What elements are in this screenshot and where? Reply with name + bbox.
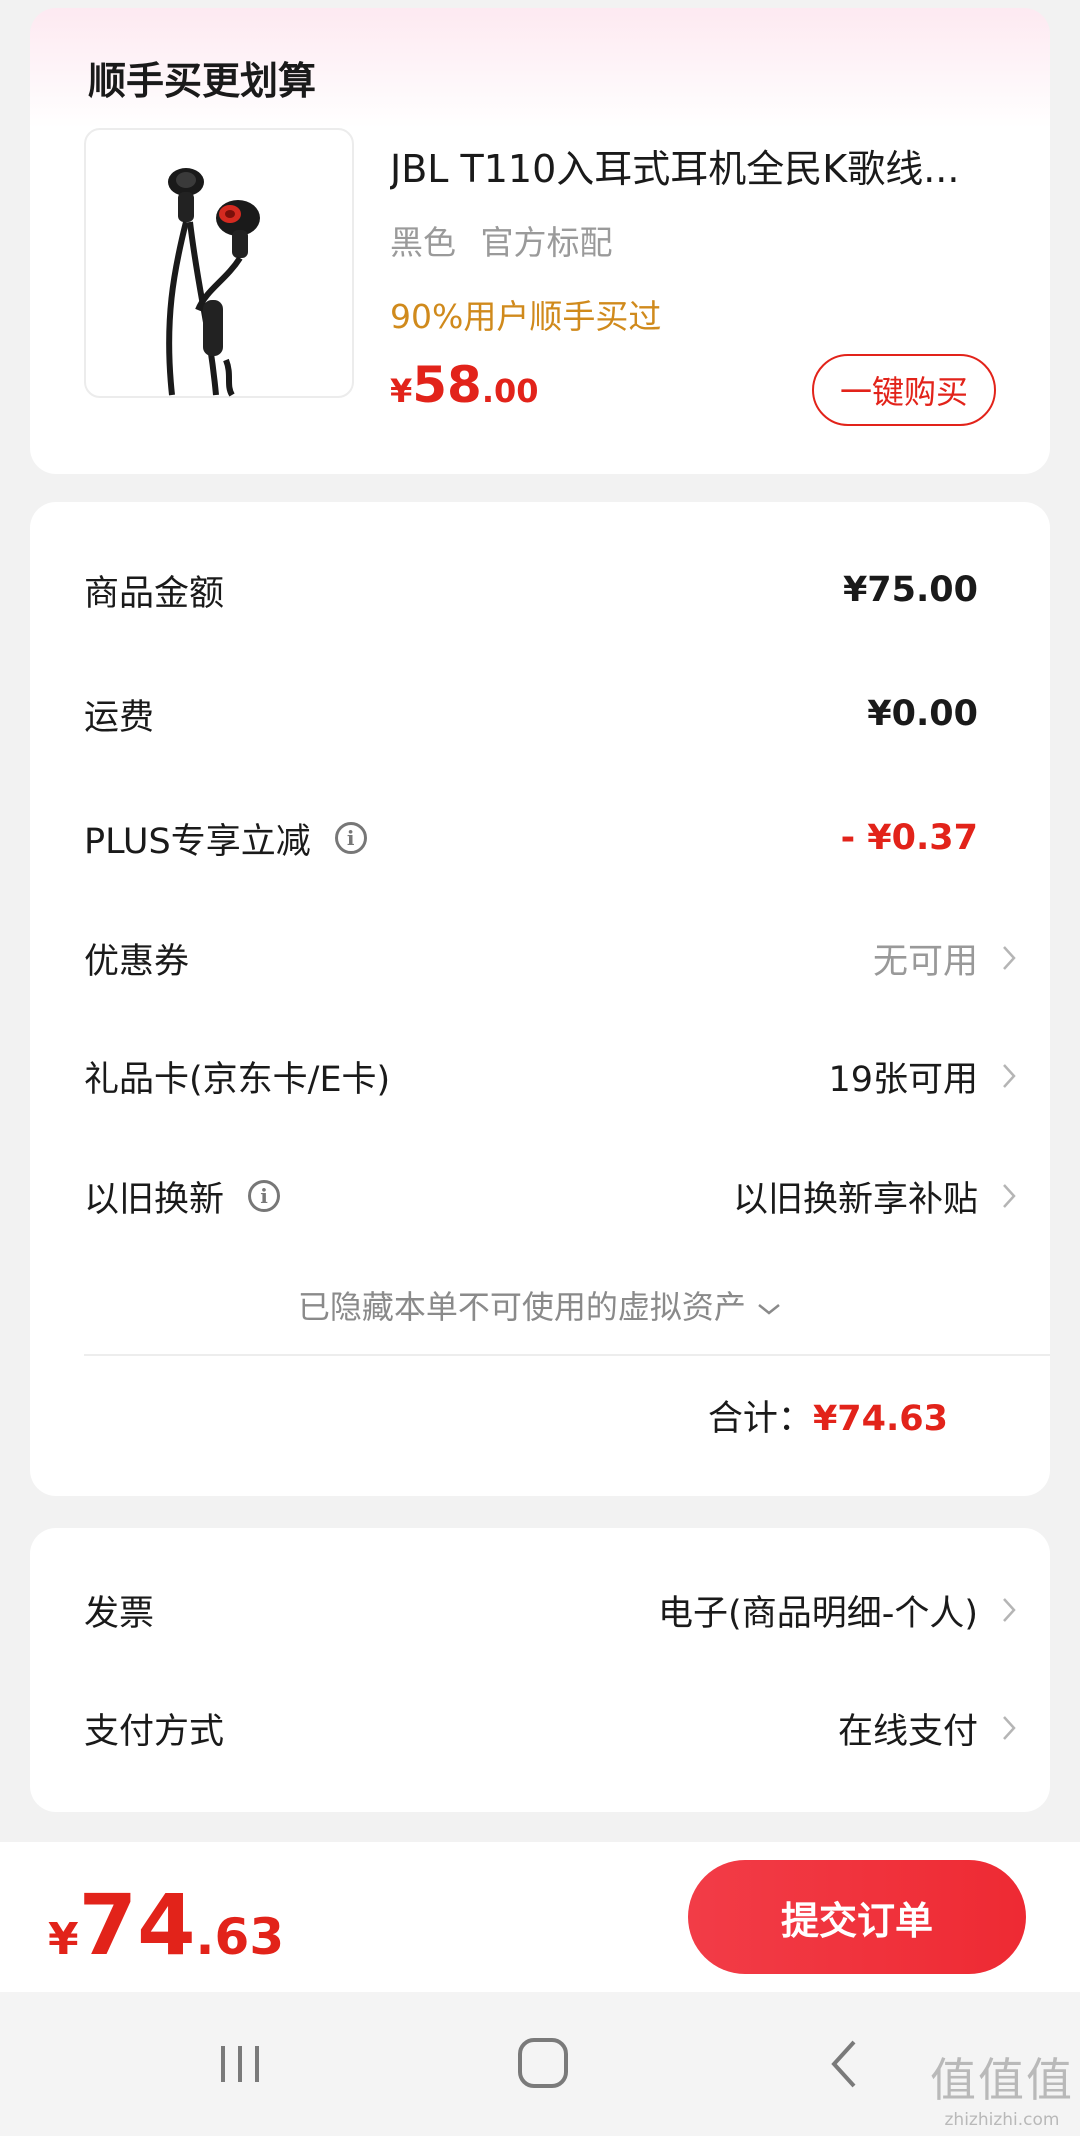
social-proof-text: 90%用户顺手买过 [390, 297, 662, 336]
payment-value: 在线支付 [837, 1711, 978, 1752]
info-icon[interactable]: i [248, 1180, 281, 1212]
tradein-row[interactable]: 以旧换新 i 以旧换新享补贴 [84, 1166, 1018, 1226]
order-summary-card: 商品金额 ¥75.00 运费 ¥0.00 PLUS专享立减 i - ¥0.37 … [30, 502, 1050, 1496]
system-nav-bar: 值值值 zhizhizhi.com [0, 1992, 1080, 2136]
chevron-right-icon [1003, 1184, 1016, 1208]
plus-discount-label: PLUS专享立减 [84, 821, 311, 862]
total-value: ¥74.63 [812, 1399, 948, 1439]
grand-total-integer: 74 [78, 1876, 196, 1974]
chevron-right-icon [1003, 1064, 1016, 1088]
back-icon[interactable] [810, 2032, 880, 2096]
product-image[interactable] [84, 128, 354, 398]
submit-order-button[interactable]: 提交订单 [688, 1860, 1026, 1974]
shipping-value: ¥0.00 [867, 694, 978, 734]
order-total: 合计：¥74.63 [708, 1390, 948, 1441]
chevron-right-icon [1003, 1598, 1016, 1622]
price-integer: 58 [412, 356, 482, 414]
invoice-label: 发票 [84, 1593, 155, 1634]
product-price: ¥58.00 [390, 356, 539, 414]
giftcard-label: 礼品卡(京东卡/E卡) [84, 1059, 391, 1100]
giftcard-row[interactable]: 礼品卡(京东卡/E卡) 19张可用 [84, 1046, 1018, 1106]
price-currency: ¥ [390, 372, 413, 410]
hidden-assets-text: 已隐藏本单不可使用的虚拟资产 [297, 1288, 746, 1326]
coupon-row[interactable]: 优惠券 无可用 [84, 928, 1018, 988]
recent-apps-icon[interactable] [205, 2032, 275, 2096]
grand-total: ¥74.63 [48, 1876, 284, 1974]
divider [84, 1354, 1050, 1356]
total-label: 合计： [707, 1399, 813, 1439]
site-watermark: 值值值 zhizhizhi.com [930, 2044, 1074, 2130]
tradein-value: 以旧换新享补贴 [732, 1179, 978, 1220]
grand-total-currency: ¥ [48, 1914, 79, 1965]
goods-amount-row: 商品金额 ¥75.00 [84, 560, 1018, 620]
info-icon[interactable]: i [334, 822, 367, 854]
giftcard-value: 19张可用 [828, 1059, 978, 1100]
chevron-down-icon [758, 1304, 780, 1315]
hidden-assets-toggle[interactable]: 已隐藏本单不可使用的虚拟资产 [30, 1282, 1050, 1328]
home-icon[interactable] [508, 2032, 578, 2096]
upsell-title: 顺手买更划算 [88, 59, 317, 103]
coupon-label: 优惠券 [84, 941, 190, 982]
coupon-value: 无可用 [872, 941, 978, 982]
goods-amount-value: ¥75.00 [842, 570, 978, 610]
price-decimal: .00 [481, 372, 539, 410]
plus-discount-value: - ¥0.37 [840, 818, 978, 858]
checkout-bar: ¥74.63 提交订单 [0, 1842, 1080, 1992]
one-click-buy-button[interactable]: 一键购买 [812, 354, 996, 426]
payment-method-row[interactable]: 支付方式 在线支付 [84, 1698, 1018, 1758]
grand-total-decimal: .63 [195, 1908, 285, 1966]
product-spec: 黑色 官方标配 [390, 223, 613, 262]
invoice-payment-card: 发票 电子(商品明细-个人) 支付方式 在线支付 [30, 1528, 1050, 1812]
shipping-label: 运费 [84, 697, 155, 738]
invoice-row[interactable]: 发票 电子(商品明细-个人) [84, 1580, 1018, 1640]
invoice-value: 电子(商品明细-个人) [658, 1593, 978, 1634]
watermark-logo: 值值值 [930, 2053, 1074, 2107]
tradein-label: 以旧换新 [84, 1179, 225, 1220]
goods-amount-label: 商品金额 [84, 573, 225, 614]
upsell-card: 顺手买更划算 JBL T110入耳式耳机全民K歌线... 黑色 官方标配 90%… [30, 8, 1050, 474]
plus-discount-row: PLUS专享立减 i - ¥0.37 [84, 808, 1018, 868]
earphones-product-image [166, 168, 260, 397]
shipping-row: 运费 ¥0.00 [84, 684, 1018, 744]
watermark-url: zhizhizhi.com [944, 2110, 1060, 2130]
chevron-right-icon [1003, 1716, 1016, 1740]
chevron-right-icon [1003, 946, 1016, 970]
product-name[interactable]: JBL T110入耳式耳机全民K歌线... [390, 138, 1030, 193]
payment-label: 支付方式 [84, 1711, 225, 1752]
